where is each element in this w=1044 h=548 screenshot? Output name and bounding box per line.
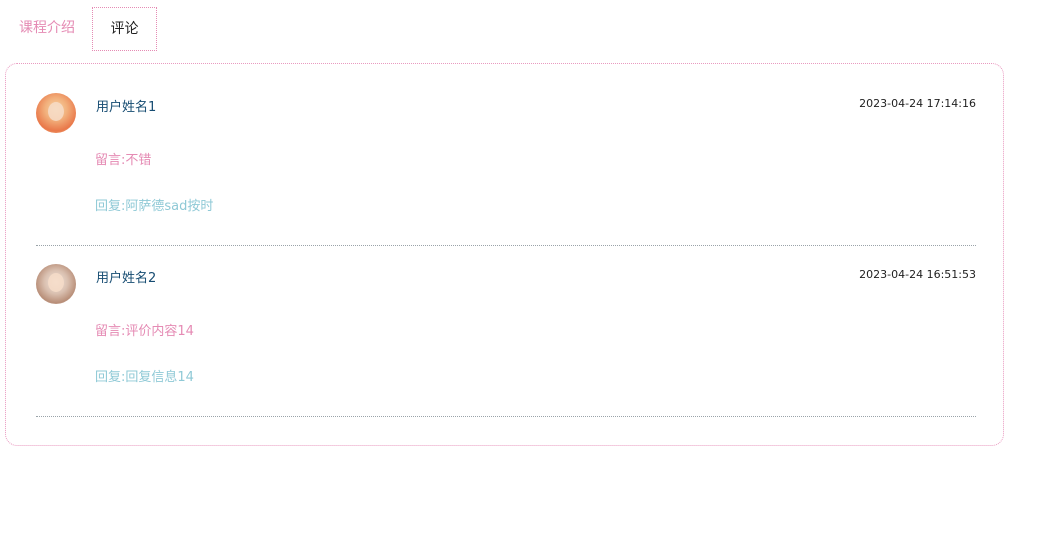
comment-message: 留言:评价内容14 xyxy=(95,324,194,339)
comment-username: 用户姓名1 xyxy=(96,100,157,115)
avatar xyxy=(36,93,76,133)
comment-time: 2023-04-24 16:51:53 xyxy=(859,268,976,281)
comment-item: 用户姓名1 2023-04-24 17:14:16 留言:不错 回复:阿萨德sa… xyxy=(36,64,976,246)
tab-course-intro[interactable]: 课程介绍 xyxy=(10,7,84,51)
comment-reply: 回复:阿萨德sad按时 xyxy=(95,199,214,214)
comment-reply: 回复:回复信息14 xyxy=(95,370,194,385)
tab-comments[interactable]: 评论 xyxy=(92,7,157,51)
comment-username: 用户姓名2 xyxy=(96,271,157,286)
avatar-face xyxy=(48,102,64,121)
tab-bar: 课程介绍 评论 xyxy=(0,0,1044,60)
comment-message: 留言:不错 xyxy=(95,153,152,168)
avatar-face xyxy=(48,273,64,292)
comment-time: 2023-04-24 17:14:16 xyxy=(859,97,976,110)
avatar xyxy=(36,264,76,304)
comments-panel: 用户姓名1 2023-04-24 17:14:16 留言:不错 回复:阿萨德sa… xyxy=(5,63,1004,446)
comment-item: 用户姓名2 2023-04-24 16:51:53 留言:评价内容14 回复:回… xyxy=(36,235,976,417)
